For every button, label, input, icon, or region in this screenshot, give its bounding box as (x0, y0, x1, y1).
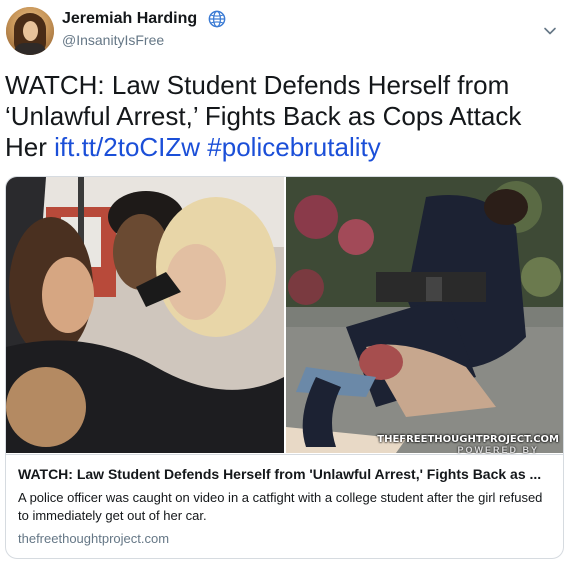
card-title[interactable]: WATCH: Law Student Defends Herself from … (18, 465, 551, 483)
user-info: Jeremiah Harding @InsanityIsFree (62, 10, 226, 48)
link-card[interactable]: THEFREETHOUGHTPROJECT.COM POWERED BY WAT… (5, 176, 564, 559)
card-photo-left (6, 177, 284, 453)
card-description: A police officer was caught on video in … (18, 490, 543, 523)
tweet-text: WATCH: Law Student Defends Herself from … (5, 70, 560, 163)
watermark: THEFREETHOUGHTPROJECT.COM (377, 434, 559, 445)
tweet: Jeremiah Harding @InsanityIsFree WATCH: … (0, 0, 569, 564)
chevron-down-icon[interactable] (543, 24, 557, 38)
display-name[interactable]: Jeremiah Harding (62, 10, 197, 28)
card-body: WATCH: Law Student Defends Herself from … (6, 454, 563, 558)
hashtag-link[interactable]: #policebrutality (207, 132, 380, 162)
avatar[interactable] (6, 7, 54, 55)
globe-icon (208, 10, 225, 28)
card-domain[interactable]: thefreethoughtproject.com (18, 531, 551, 546)
card-photo-right (286, 177, 563, 453)
tweet-link[interactable]: ift.tt/2toCIZw (54, 132, 200, 162)
card-image: THEFREETHOUGHTPROJECT.COM POWERED BY (6, 177, 563, 455)
handle[interactable]: @InsanityIsFree (62, 32, 226, 48)
